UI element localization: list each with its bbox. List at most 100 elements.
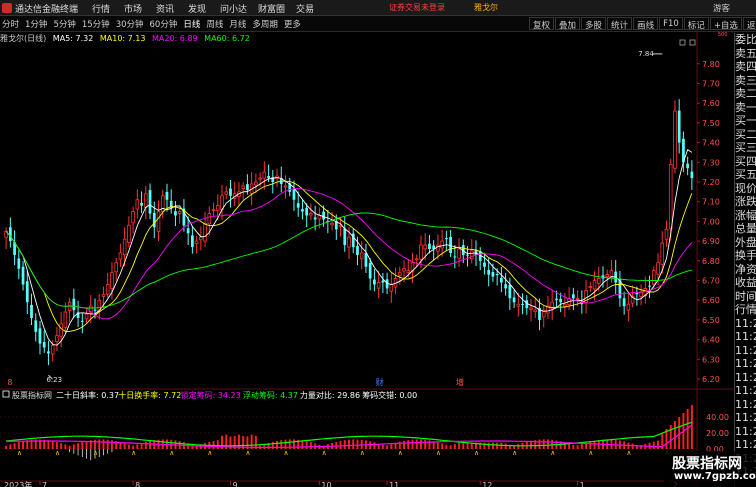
candle-up (110, 272, 114, 289)
candle-up (376, 282, 381, 289)
price-axis-label: 7.20 (702, 178, 720, 187)
time-axis-label: 1 (580, 481, 585, 487)
sidebar-field: 11:29 (735, 370, 756, 384)
tab-30min[interactable]: 30分钟 (116, 18, 144, 30)
candle-up (241, 185, 245, 190)
candle-up (203, 222, 207, 242)
tab-daily[interactable]: 日线 (183, 18, 200, 30)
candle-up (588, 286, 593, 288)
sidebar-field: 11:29 (735, 316, 756, 330)
signal-marker: ∧ (93, 449, 98, 457)
price-axis-label: 7.30 (702, 158, 720, 167)
candle-up (105, 284, 110, 295)
main-menu: 行情 市场 资讯 发现 问小达 财富圈 交易 (92, 2, 328, 15)
candle-down (487, 270, 491, 275)
candle-down (313, 217, 317, 220)
price-axis-label: 7.60 (702, 99, 720, 108)
menu-item-wealth[interactable]: 财富圈 (258, 2, 296, 15)
candle-up (122, 238, 127, 256)
tab-15min[interactable]: 15分钟 (82, 18, 110, 30)
site-watermark: 股票指标网 www.7gpzb.com (664, 451, 756, 487)
app-title: 通达信金融终端 (15, 5, 79, 15)
tab-intraday[interactable]: 分时 (2, 18, 19, 30)
signal-marker: ∧ (512, 449, 517, 457)
candle-up (347, 236, 351, 248)
candle-down (186, 228, 190, 234)
tab-1min[interactable]: 1分钟 (25, 18, 47, 30)
candle-down (8, 227, 12, 242)
candle-up (398, 272, 402, 276)
candle-down (495, 273, 499, 275)
candle-up (406, 270, 411, 273)
sidebar-field: 卖一 (735, 100, 756, 114)
title-bar: 通达信金融终端 行情 市场 资讯 发现 问小达 财富圈 交易 证券交易未登录 雅… (0, 0, 756, 16)
candle-down (80, 320, 84, 322)
signal-marker: ∧ (55, 449, 60, 457)
tab-weekly[interactable]: 周线 (206, 18, 223, 30)
tab-monthly[interactable]: 月线 (229, 18, 246, 30)
price-axis-label: 7.70 (702, 79, 720, 88)
tab-60min[interactable]: 60分钟 (150, 18, 178, 30)
tab-multi-period[interactable]: 多周期 (252, 18, 278, 30)
candle-down (453, 256, 457, 258)
indicator-box-icon (2, 390, 10, 398)
candle-up (283, 185, 288, 188)
candle-up (59, 323, 63, 337)
sidebar-field: 换手 (735, 249, 756, 262)
sidebar-field: 行情 (735, 303, 756, 316)
tool-draw[interactable]: 画线 (633, 17, 659, 31)
candle-up (516, 303, 521, 307)
tab-5min[interactable]: 5分钟 (53, 18, 75, 30)
guest-label[interactable]: 游客 (713, 2, 730, 14)
tool-statistics[interactable]: 统计 (607, 17, 633, 31)
candle-up (575, 297, 580, 300)
kline-chart[interactable]: 7.80 7.70 7.60 7.50 7.40 7.30 7.20 7.10 7.00 6.90… (0, 32, 734, 487)
menu-item-quotes[interactable]: 行情 (92, 2, 124, 15)
candle-down (428, 243, 431, 249)
price-axis-label: 6.80 (702, 257, 720, 266)
sidebar-field: 11:29 (735, 424, 756, 438)
tool-back[interactable]: 返回 (742, 17, 756, 31)
candle-up (605, 274, 609, 278)
menu-item-ask[interactable]: 问小达 (220, 2, 258, 15)
tool-adjust[interactable]: 复权 (529, 17, 555, 31)
signal-marker: ∧ (398, 449, 403, 457)
candle-down (93, 309, 97, 311)
candle-down (343, 228, 347, 246)
candle-up (211, 209, 216, 211)
menu-item-trade[interactable]: 交易 (296, 2, 328, 15)
candle-down (504, 284, 508, 289)
candle-up (402, 268, 406, 272)
tab-more[interactable]: 更多 (284, 18, 301, 30)
candle-down (491, 272, 495, 277)
tool-add-watchlist[interactable]: +自选 (709, 17, 742, 31)
candle-down (72, 298, 76, 311)
sidebar-field: 现价 (735, 181, 756, 195)
candle-down (190, 235, 194, 248)
candle-down (267, 176, 270, 179)
candle-down (444, 238, 448, 240)
menu-item-discover[interactable]: 发现 (188, 2, 220, 15)
price-axis-label: 6.70 (702, 277, 720, 286)
candle-down (483, 262, 486, 267)
trade-login-notice[interactable]: 证券交易未登录 (389, 2, 445, 13)
candle-up (118, 252, 123, 260)
candle-down (246, 184, 249, 190)
tool-overlay[interactable]: 叠加 (555, 17, 581, 31)
candle-down (521, 303, 524, 305)
tool-multi-stock[interactable]: 多股 (581, 17, 607, 31)
period-toolbar: 分时 1分钟 5分钟 15分钟 30分钟 60分钟 日线 周线 月线 多周期 更… (0, 16, 756, 32)
price-axis-label: 6.50 (702, 316, 720, 325)
candle-down (34, 320, 38, 332)
candle-down (292, 189, 296, 200)
tool-mark[interactable]: 标记 (683, 17, 709, 31)
candle-down (174, 211, 177, 216)
candle-down (30, 304, 33, 318)
indicator-value: 筹码交错: 0.00 (362, 390, 417, 400)
candle-down (25, 281, 29, 303)
menu-item-news[interactable]: 资讯 (156, 2, 188, 15)
candle-up (215, 205, 220, 211)
tool-f10[interactable]: F10 (659, 17, 683, 30)
sidebar-field: 委比 (735, 33, 756, 46)
menu-item-market[interactable]: 市场 (124, 2, 156, 15)
